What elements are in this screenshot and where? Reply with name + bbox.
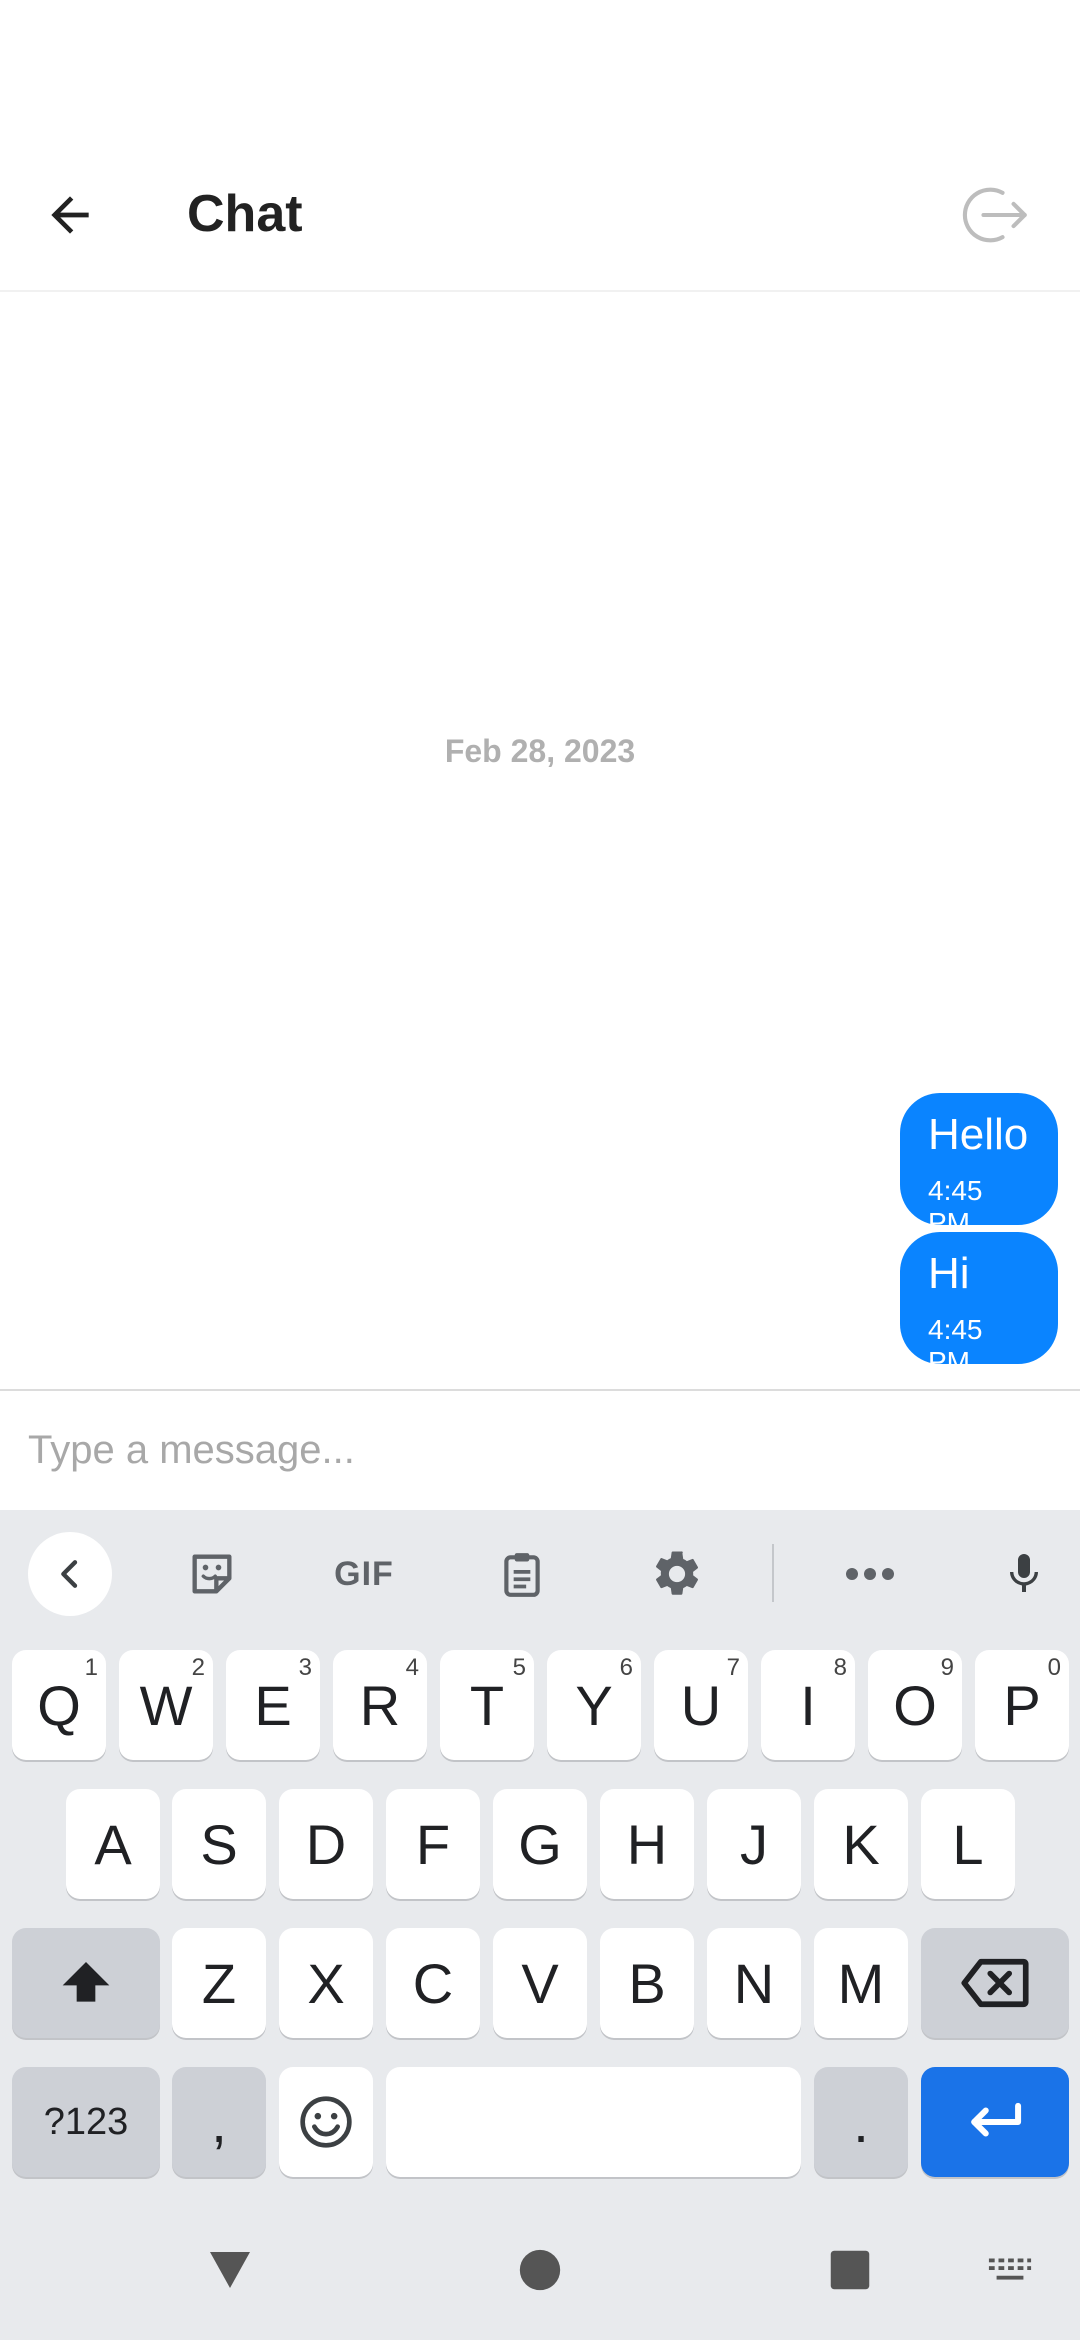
message-text: Hi [928, 1249, 970, 1298]
enter-key[interactable] [921, 2067, 1069, 2177]
arrow-back-icon [51, 196, 89, 234]
sticker-button[interactable] [170, 1532, 254, 1616]
key-b[interactable]: B [600, 1928, 694, 2038]
message-input[interactable] [28, 1419, 1048, 1481]
key-p[interactable]: P0 [975, 1650, 1069, 1760]
key-q[interactable]: Q1 [12, 1650, 106, 1760]
voice-input-button[interactable] [982, 1532, 1066, 1616]
gif-icon: GIF [334, 1554, 394, 1593]
gif-button[interactable]: GIF [322, 1532, 406, 1616]
emoji-icon [300, 2096, 352, 2148]
key-t[interactable]: T5 [440, 1650, 534, 1760]
keyboard-switch-button[interactable] [980, 2248, 1040, 2292]
key-r[interactable]: R4 [333, 1650, 427, 1760]
keyboard-icon [988, 2258, 1032, 2280]
square-icon [830, 2250, 870, 2290]
leave-chat-button[interactable] [950, 172, 1036, 258]
collapse-button[interactable] [28, 1532, 112, 1616]
home-nav-button[interactable] [510, 2240, 570, 2300]
exit-icon [962, 187, 1027, 243]
composer [0, 1389, 1080, 1511]
backspace-key[interactable] [921, 1928, 1069, 2038]
key-m[interactable]: M [814, 1928, 908, 2038]
page-title: Chat [187, 185, 303, 243]
settings-button[interactable] [635, 1532, 719, 1616]
key-w[interactable]: W2 [119, 1650, 213, 1760]
key-s[interactable]: S [172, 1789, 266, 1899]
more-icon [846, 1568, 894, 1580]
key-x[interactable]: X [279, 1928, 373, 2038]
gear-icon [656, 1551, 699, 1595]
comma-key[interactable]: , [172, 2067, 266, 2177]
emoji-key[interactable] [279, 2067, 373, 2177]
key-h[interactable]: H [600, 1789, 694, 1899]
key-o[interactable]: O9 [868, 1650, 962, 1760]
key-e[interactable]: E3 [226, 1650, 320, 1760]
key-j[interactable]: J [707, 1789, 801, 1899]
toolbar-divider [772, 1544, 774, 1602]
more-button[interactable] [828, 1532, 912, 1616]
key-d[interactable]: D [279, 1789, 373, 1899]
key-u[interactable]: U7 [654, 1650, 748, 1760]
message-time: 4:45 PM [928, 1314, 983, 1377]
key-n[interactable]: N [707, 1928, 801, 2038]
symbols-key[interactable]: ?123 [12, 2067, 160, 2177]
message-text: Hello [928, 1110, 1029, 1159]
status-bar [0, 0, 1080, 140]
key-f[interactable]: F [386, 1789, 480, 1899]
key-y[interactable]: Y6 [547, 1650, 641, 1760]
space-key[interactable] [386, 2067, 801, 2177]
clipboard-button[interactable] [480, 1532, 564, 1616]
shift-icon [62, 1962, 110, 2002]
triangle-down-icon [210, 2252, 250, 2288]
date-separator: Feb 28, 2023 [444, 733, 636, 769]
key-c[interactable]: C [386, 1928, 480, 2038]
sticker-icon [192, 1554, 232, 1594]
key-g[interactable]: G [493, 1789, 587, 1899]
message-time: 4:45 PM [928, 1175, 983, 1238]
mic-icon [1010, 1554, 1038, 1592]
key-v[interactable]: V [493, 1928, 587, 2038]
recents-nav-button[interactable] [820, 2240, 880, 2300]
back-button[interactable] [30, 175, 110, 255]
key-z[interactable]: Z [172, 1928, 266, 2038]
back-nav-button[interactable] [200, 2240, 260, 2300]
clipboard-icon [504, 1553, 540, 1597]
message-list[interactable] [0, 292, 1080, 1390]
circle-icon [519, 2249, 561, 2291]
keyboard-toolbar: GIF [0, 1510, 1080, 1630]
enter-icon [971, 2102, 1022, 2137]
message-bubble[interactable]: Hello 4:45 PM [900, 1093, 1058, 1238]
backspace-icon [961, 1958, 1029, 2008]
key-a[interactable]: A [66, 1789, 160, 1899]
navigation-bar [0, 2200, 1080, 2340]
key-l[interactable]: L [921, 1789, 1015, 1899]
period-key[interactable]: . [814, 2067, 908, 2177]
shift-key[interactable] [12, 1928, 160, 2038]
key-i[interactable]: I8 [761, 1650, 855, 1760]
chevron-left-icon [61, 1560, 78, 1588]
app-bar: Chat [0, 140, 1080, 292]
key-k[interactable]: K [814, 1789, 908, 1899]
message-bubble[interactable]: Hi 4:45 PM [900, 1232, 1058, 1377]
